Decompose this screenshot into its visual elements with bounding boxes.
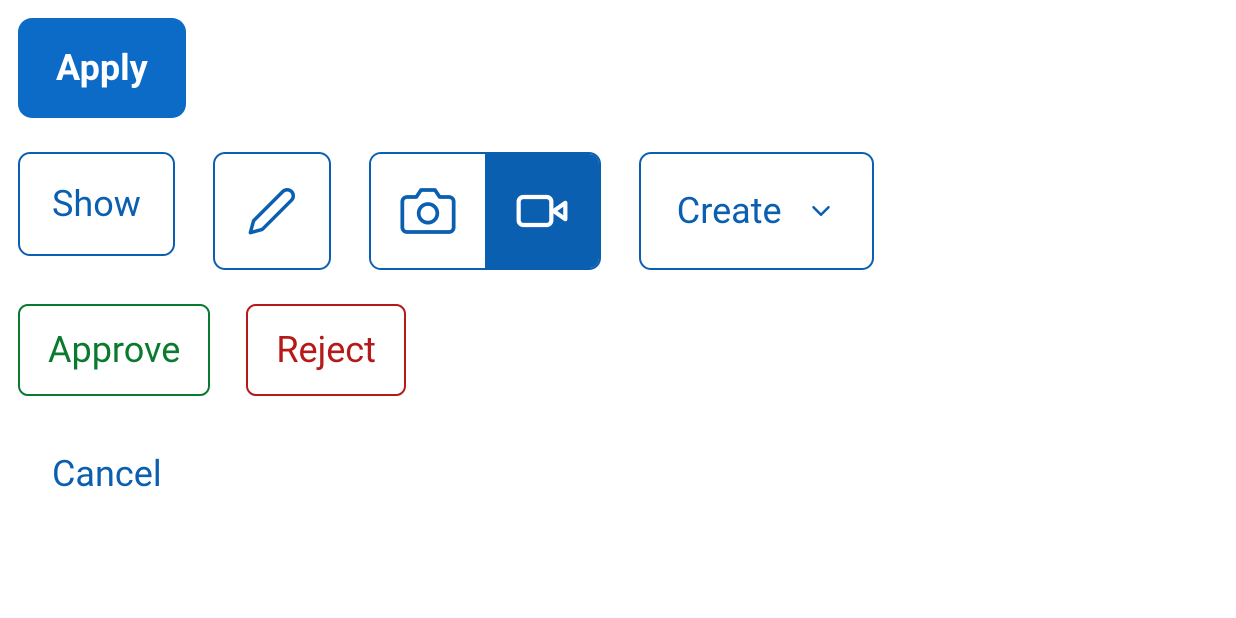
camera-button[interactable]	[371, 154, 485, 268]
cancel-button[interactable]: Cancel	[18, 430, 196, 518]
row-2: Show Create	[18, 152, 1218, 270]
edit-button[interactable]	[213, 152, 331, 270]
create-menu-label: Create	[677, 193, 782, 229]
create-menu-button[interactable]: Create	[639, 152, 874, 270]
reject-button[interactable]: Reject	[246, 304, 406, 396]
media-segmented-control	[369, 152, 601, 270]
show-button[interactable]: Show	[18, 152, 175, 256]
chevron-down-icon	[806, 196, 836, 226]
apply-button[interactable]: Apply	[18, 18, 186, 118]
approve-button[interactable]: Approve	[18, 304, 210, 396]
video-button[interactable]	[485, 154, 599, 268]
camera-icon	[400, 183, 456, 239]
row-3: Approve Reject	[18, 304, 1218, 396]
row-4: Cancel	[18, 430, 1218, 518]
pencil-icon	[246, 185, 298, 237]
video-icon	[514, 183, 570, 239]
row-1: Apply	[18, 18, 1218, 118]
